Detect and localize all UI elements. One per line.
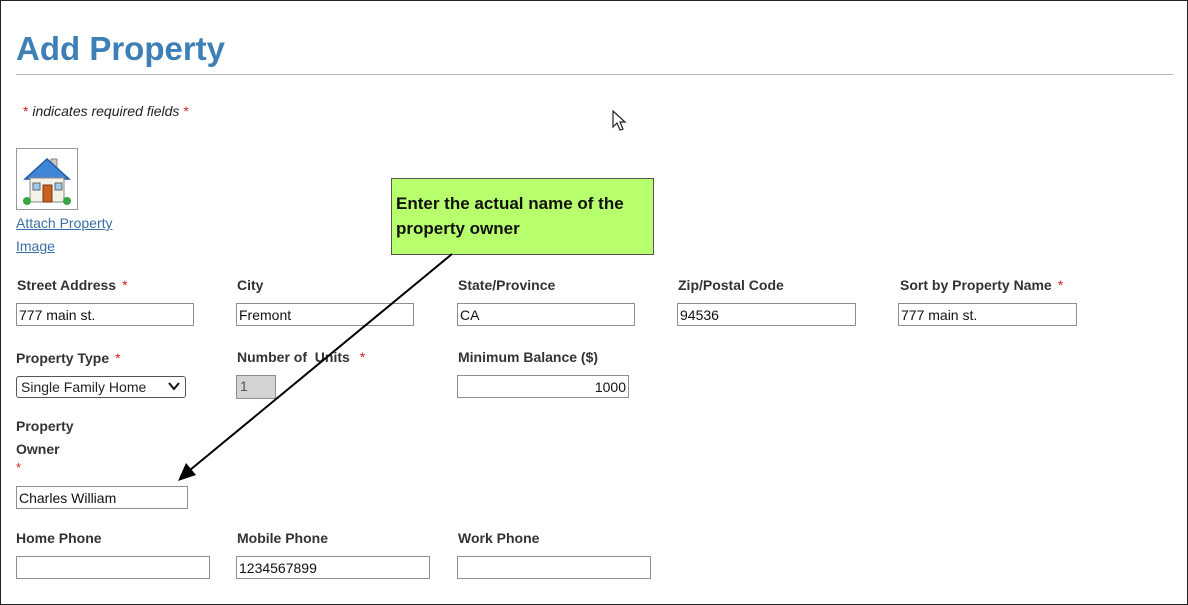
- callout-arrow: [178, 253, 453, 481]
- mouse-cursor-icon: [612, 110, 627, 131]
